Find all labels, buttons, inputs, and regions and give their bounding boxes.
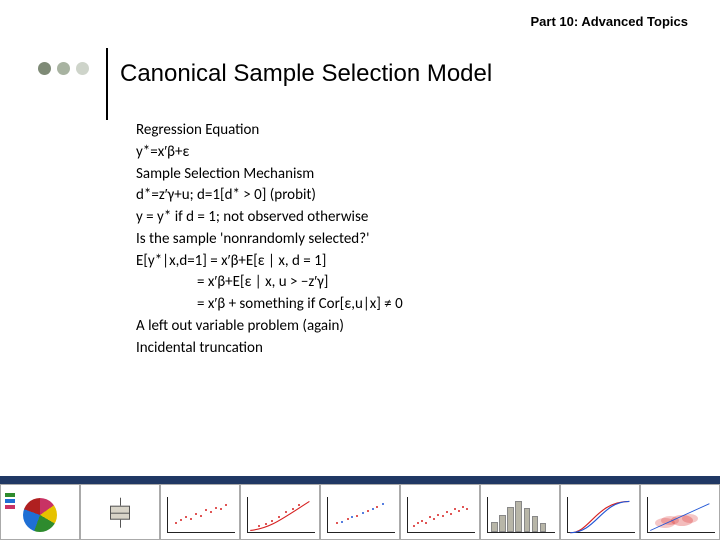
thumb-boxplot bbox=[80, 484, 160, 540]
thumb-scatter-1 bbox=[160, 484, 240, 540]
thumb-histogram bbox=[480, 484, 560, 540]
thumb-scatter-curve bbox=[240, 484, 320, 540]
thumb-scatter-dual bbox=[320, 484, 400, 540]
bullet-1 bbox=[38, 62, 51, 75]
accent-bar bbox=[0, 476, 720, 484]
boxplot-icon bbox=[110, 506, 130, 520]
page-title: Canonical Sample Selection Model bbox=[120, 60, 492, 88]
body-line: = x′β + something if Cor[ε,u|x] ≠ 0 bbox=[136, 294, 403, 316]
body-line: Incidental truncation bbox=[136, 338, 403, 360]
thumb-scatter-dense bbox=[400, 484, 480, 540]
body-line: Regression Equation bbox=[136, 120, 403, 142]
bullet-2 bbox=[57, 62, 70, 75]
body-line: Sample Selection Mechanism bbox=[136, 164, 403, 186]
body-line: y = y* if d = 1; not observed otherwise bbox=[136, 207, 403, 229]
thumbnail-strip bbox=[0, 484, 720, 540]
body-line: d*=z′γ+u; d=1[d* > 0] (probit) bbox=[136, 185, 403, 207]
body-line: A left out variable problem (again) bbox=[136, 316, 403, 338]
body-line: Is the sample 'nonrandomly selected?' bbox=[136, 229, 403, 251]
thumb-density bbox=[640, 484, 720, 540]
slide-body: Regression Equation y*=x′β+ε Sample Sele… bbox=[136, 120, 403, 359]
bullet-3 bbox=[76, 62, 89, 75]
body-line: E[y*|x,d=1] = x′β+E[ε | x, d = 1] bbox=[136, 251, 403, 273]
title-divider bbox=[106, 48, 108, 120]
body-line: y*=x′β+ε bbox=[136, 142, 403, 164]
body-line: = x′β+E[ε | x, u > −z′γ] bbox=[136, 272, 403, 294]
thumb-logistic bbox=[560, 484, 640, 540]
pie-icon bbox=[23, 498, 57, 532]
part-label: Part 10: Advanced Topics bbox=[531, 14, 689, 29]
title-bullet-row bbox=[38, 62, 89, 75]
thumb-pie bbox=[0, 484, 80, 540]
